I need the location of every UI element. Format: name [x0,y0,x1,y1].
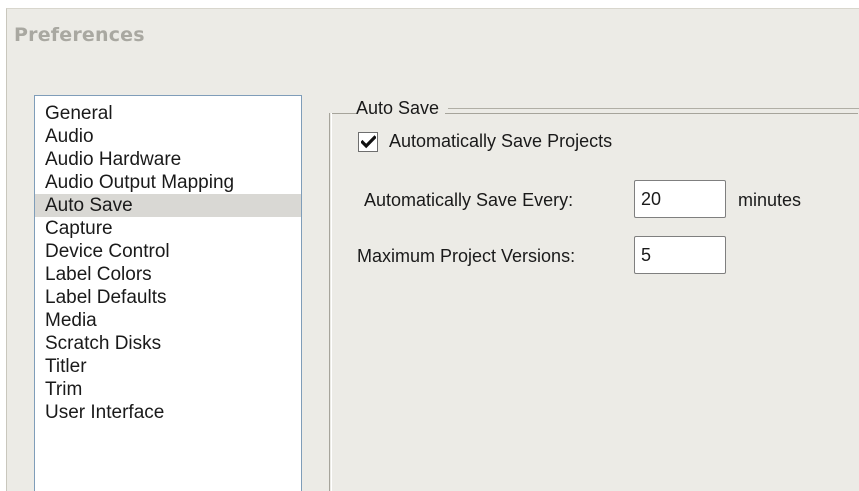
save-every-label: Automatically Save Every: [364,190,574,210]
category-list[interactable]: General Audio Audio Hardware Audio Outpu… [34,95,302,491]
save-every-input[interactable] [634,180,726,218]
category-item-device-control[interactable]: Device Control [35,240,301,263]
category-item-label-colors[interactable]: Label Colors [35,263,301,286]
save-every-unit-label: minutes [738,190,802,210]
auto-save-projects-checkbox[interactable] [358,131,378,152]
category-item-media[interactable]: Media [35,309,301,332]
group-divider [448,108,859,109]
group-title-auto-save: Auto Save [356,98,446,119]
category-item-titler[interactable]: Titler [35,355,301,378]
category-item-audio[interactable]: Audio [35,125,301,148]
category-item-user-interface[interactable]: User Interface [35,401,301,424]
category-item-audio-output-mapping[interactable]: Audio Output Mapping [35,171,301,194]
max-versions-input[interactable] [634,236,726,274]
auto-save-projects-row[interactable]: Automatically Save Projects [358,131,612,152]
category-item-auto-save[interactable]: Auto Save [35,194,301,217]
category-item-capture[interactable]: Capture [35,217,301,240]
category-item-audio-hardware[interactable]: Audio Hardware [35,148,301,171]
category-item-scratch-disks[interactable]: Scratch Disks [35,332,301,355]
category-item-general[interactable]: General [35,102,301,125]
settings-panel-left-edge [329,113,332,491]
max-versions-label: Maximum Project Versions: [357,246,576,266]
category-item-trim[interactable]: Trim [35,378,301,401]
checkmark-icon [360,134,376,148]
dialog-title: Preferences [14,24,145,46]
category-item-label-defaults[interactable]: Label Defaults [35,286,301,309]
auto-save-projects-label: Automatically Save Projects [389,131,613,151]
